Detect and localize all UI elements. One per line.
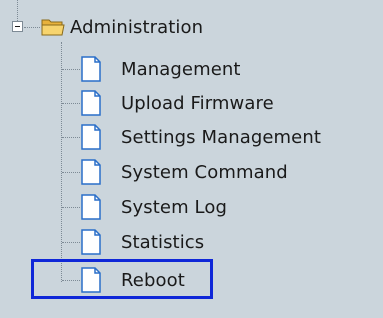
- tree-connector: [62, 137, 80, 138]
- tree-connector: [24, 27, 40, 28]
- tree-connector: [62, 103, 80, 104]
- page-icon: [81, 229, 101, 255]
- tree-item-label: Management: [121, 58, 241, 80]
- page-icon: [81, 159, 101, 185]
- tree-root-administration[interactable]: Administration: [70, 10, 203, 44]
- page-icon: [81, 90, 101, 116]
- tree-connector: [62, 69, 80, 70]
- tree-root-label: Administration: [70, 16, 204, 38]
- page-icon: [81, 194, 101, 220]
- tree-item-label: Statistics: [121, 231, 205, 253]
- reboot-highlight-box: [31, 259, 213, 299]
- collapse-toggle-icon[interactable]: [12, 21, 23, 32]
- page-icon: [81, 56, 101, 82]
- tree-item-label: Upload Firmware: [121, 92, 274, 114]
- tree-item-label: Settings Management: [121, 126, 322, 148]
- tree-connector: [62, 242, 80, 243]
- tree-item-label: System Log: [121, 196, 227, 218]
- navigation-tree: Administration Management Upload Firmwar…: [0, 0, 383, 318]
- tree-connector: [62, 172, 80, 173]
- open-folder-icon: [41, 19, 65, 36]
- tree-connector: [17, 0, 18, 21]
- page-icon: [81, 124, 101, 150]
- tree-connector: [62, 207, 80, 208]
- tree-item-label: System Command: [121, 161, 288, 183]
- tree-connector: [61, 42, 62, 282]
